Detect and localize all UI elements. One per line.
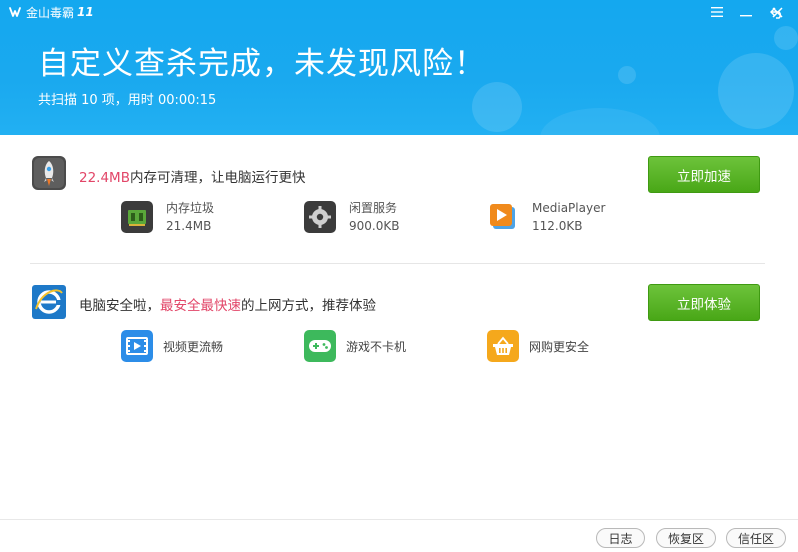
result-header: 金山毒霸 11 自定义查杀完成，未发现风险！ 共扫描 10 项，用时 00:00… bbox=[0, 0, 798, 135]
app-version: 11 bbox=[77, 5, 94, 19]
restore-area-button[interactable]: 恢复区 bbox=[656, 528, 716, 548]
media-player-icon bbox=[487, 201, 519, 233]
idle-service-size: 900.0KB bbox=[349, 219, 400, 233]
log-button[interactable]: 日志 bbox=[596, 528, 645, 548]
back-arrow-button[interactable] bbox=[769, 4, 790, 20]
section-divider bbox=[30, 263, 765, 264]
decor-bubble bbox=[618, 66, 636, 84]
result-title: 自定义查杀完成，未发现风险！ bbox=[38, 46, 486, 82]
video-smooth-label: 视频更流畅 bbox=[163, 339, 224, 354]
video-film-icon bbox=[121, 330, 153, 362]
speedup-text: 内存可清理，让电脑运行更快 bbox=[129, 170, 306, 186]
shopping-item: 网购更安全 bbox=[487, 329, 589, 363]
back-icon bbox=[769, 7, 782, 19]
mediaplayer-item: MediaPlayer 112.0KB bbox=[487, 200, 605, 234]
trust-area-button[interactable]: 信任区 bbox=[726, 528, 786, 548]
video-smooth-item: 视频更流畅 bbox=[121, 329, 223, 363]
idle-service-item: 闲置服务 900.0KB bbox=[304, 200, 399, 234]
decor-bubble bbox=[540, 108, 660, 135]
memory-amount: 22.4MB bbox=[79, 170, 130, 186]
memory-chip-icon bbox=[121, 201, 153, 233]
shopping-label: 网购更安全 bbox=[529, 339, 590, 354]
speedup-rocket-icon bbox=[32, 156, 66, 190]
decor-bubble bbox=[718, 53, 794, 129]
gear-icon bbox=[304, 201, 336, 233]
decor-bubble bbox=[774, 26, 798, 50]
mediaplayer-label: MediaPlayer bbox=[532, 201, 606, 215]
menu-icon bbox=[711, 7, 723, 17]
game-label: 游戏不卡机 bbox=[346, 339, 407, 354]
decor-bubble bbox=[472, 82, 522, 132]
app-logo: 金山毒霸 11 bbox=[8, 4, 94, 20]
browser-suffix: 的上网方式，推荐体验 bbox=[241, 298, 376, 314]
minimize-icon bbox=[740, 15, 752, 17]
memory-junk-size: 21.4MB bbox=[166, 219, 212, 233]
duba-logo-icon bbox=[9, 7, 21, 17]
memory-junk-label: 内存垃圾 bbox=[166, 201, 215, 215]
minimize-button[interactable] bbox=[736, 2, 756, 22]
game-item: 游戏不卡机 bbox=[304, 329, 406, 363]
speedup-message: 22.4MB内存可清理，让电脑运行更快 bbox=[79, 166, 305, 186]
browser-highlight: 最安全最快速 bbox=[160, 298, 241, 314]
footer-divider bbox=[0, 519, 798, 520]
try-now-button[interactable]: 立即体验 bbox=[648, 284, 760, 321]
idle-service-label: 闲置服务 bbox=[349, 201, 398, 215]
menu-button[interactable] bbox=[707, 2, 727, 22]
memory-junk-item: 内存垃圾 21.4MB bbox=[121, 200, 214, 234]
browser-prefix: 电脑安全啦， bbox=[79, 298, 160, 314]
shopping-basket-icon bbox=[487, 330, 519, 362]
scan-summary: 共扫描 10 项，用时 00:00:15 bbox=[38, 93, 217, 108]
app-name: 金山毒霸 bbox=[26, 5, 75, 20]
mediaplayer-size: 112.0KB bbox=[532, 219, 583, 233]
ie-browser-icon bbox=[32, 285, 66, 319]
speedup-button[interactable]: 立即加速 bbox=[648, 156, 760, 193]
browser-message: 电脑安全啦，最安全最快速的上网方式，推荐体验 bbox=[79, 294, 376, 314]
gamepad-icon bbox=[304, 330, 336, 362]
